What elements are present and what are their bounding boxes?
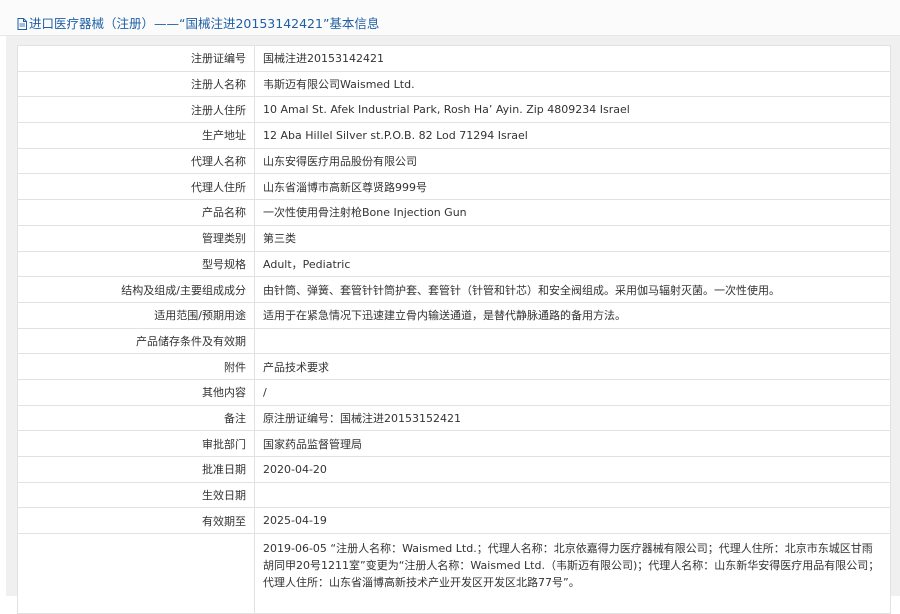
field-label: 型号规格 (17, 250, 255, 278)
table-row: 注册人住所 10 Amal St. Afek Industrial Park, R… (17, 96, 891, 124)
table-row: 生产地址 12 Aba Hillel Silver st.P.O.B. 82 Lo… (17, 122, 891, 149)
table-row: 其他内容 / (17, 378, 891, 406)
document-icon (17, 18, 27, 33)
field-value: 由针筒、弹簧、套管针针筒护套、套管针（针管和针芯）和安全阀组成。采用伽马辐射灭菌… (254, 276, 891, 303)
table-row: 代理人名称 山东安得医疗用品股份有限公司 (17, 147, 891, 175)
field-value: 国械注进20153142421 (254, 45, 891, 72)
field-label: 备注 (17, 404, 255, 432)
change-record-row: 2019-06-05 “注册人名称：Waismed Ltd.；代理人名称：北京依… (17, 533, 891, 614)
field-label: 注册证编号 (17, 45, 255, 72)
field-label: 批准日期 (17, 456, 255, 483)
field-value: 第三类 (254, 224, 891, 252)
table-row: 产品储存条件及有效期 (17, 327, 891, 355)
change-record-text: 2019-06-05 “注册人名称：Waismed Ltd.；代理人名称：北京依… (254, 533, 891, 614)
page-title: 进口医疗器械（注册）——“国械注进20153142421”基本信息 (29, 16, 380, 31)
field-label: 代理人住所 (17, 173, 255, 201)
field-value: 2025-04-19 (254, 507, 891, 535)
table-row: 附件 产品技术要求 (17, 353, 891, 380)
field-value: 12 Aba Hillel Silver st.P.O.B. 82 Lod 71… (254, 122, 891, 149)
table-row: 有效期至 2025-04-19 (17, 507, 891, 535)
field-value (254, 481, 891, 509)
field-value: 10 Amal St. Afek Industrial Park, Rosh H… (254, 96, 891, 124)
table-row: 审批部门 国家药品监督管理局 (17, 430, 891, 457)
field-label: 附件 (17, 353, 255, 380)
registration-info-table: 注册证编号 国械注进20153142421 注册人名称 韦斯迈有限公司Waismed … (17, 45, 891, 614)
table-row: 备注 原注册证编号：国械注进20153152421 (17, 404, 891, 432)
field-value: 山东安得医疗用品股份有限公司 (254, 147, 891, 175)
field-value (254, 327, 891, 355)
field-label: 代理人名称 (17, 147, 255, 175)
table-row: 适用范围/预期用途 适用于在紧急情况下迅速建立骨内输送通道，是替代静脉通路的备用方… (17, 301, 891, 329)
field-label: 生效日期 (17, 481, 255, 509)
page-header: 进口医疗器械（注册）——“国械注进20153142421”基本信息 (0, 0, 900, 36)
field-value: 产品技术要求 (254, 353, 891, 380)
table-row: 代理人住所 山东省淄博市高新区尊贤路999号 (17, 173, 891, 201)
table-row: 生效日期 (17, 481, 891, 509)
table-row: 产品名称 一次性使用骨注射枪Bone Injection Gun (17, 199, 891, 226)
field-value: 适用于在紧急情况下迅速建立骨内输送通道，是替代静脉通路的备用方法。 (254, 301, 891, 329)
table-row: 结构及组成/主要组成成分 由针筒、弹簧、套管针针筒护套、套管针（针管和针芯）和安全… (17, 276, 891, 303)
field-label: 适用范围/预期用途 (17, 301, 255, 329)
table-row: 注册人名称 韦斯迈有限公司Waismed Ltd. (17, 70, 891, 98)
change-record-label (17, 533, 255, 614)
field-value: 国家药品监督管理局 (254, 430, 891, 457)
field-label: 产品名称 (17, 199, 255, 226)
field-value: Adult，Pediatric (254, 250, 891, 278)
field-value: 2020-04-20 (254, 456, 891, 483)
field-label: 管理类别 (17, 224, 255, 252)
field-value: 一次性使用骨注射枪Bone Injection Gun (254, 199, 891, 226)
field-value: 原注册证编号：国械注进20153152421 (254, 404, 891, 432)
field-label: 有效期至 (17, 507, 255, 535)
field-label: 注册人住所 (17, 96, 255, 124)
field-value: / (254, 378, 891, 406)
field-label: 结构及组成/主要组成成分 (17, 276, 255, 303)
field-label: 产品储存条件及有效期 (17, 327, 255, 355)
table-row: 批准日期 2020-04-20 (17, 456, 891, 483)
field-value: 韦斯迈有限公司Waismed Ltd. (254, 70, 891, 98)
field-label: 审批部门 (17, 430, 255, 457)
field-value: 山东省淄博市高新区尊贤路999号 (254, 173, 891, 201)
table-row: 管理类别 第三类 (17, 224, 891, 252)
table-row: 注册证编号 国械注进20153142421 (17, 45, 891, 72)
table-row: 型号规格 Adult，Pediatric (17, 250, 891, 278)
detail-panel: 注册证编号 国械注进20153142421 注册人名称 韦斯迈有限公司Waismed … (6, 36, 900, 614)
field-label: 其他内容 (17, 378, 255, 406)
field-label: 注册人名称 (17, 70, 255, 98)
field-label: 生产地址 (17, 122, 255, 149)
